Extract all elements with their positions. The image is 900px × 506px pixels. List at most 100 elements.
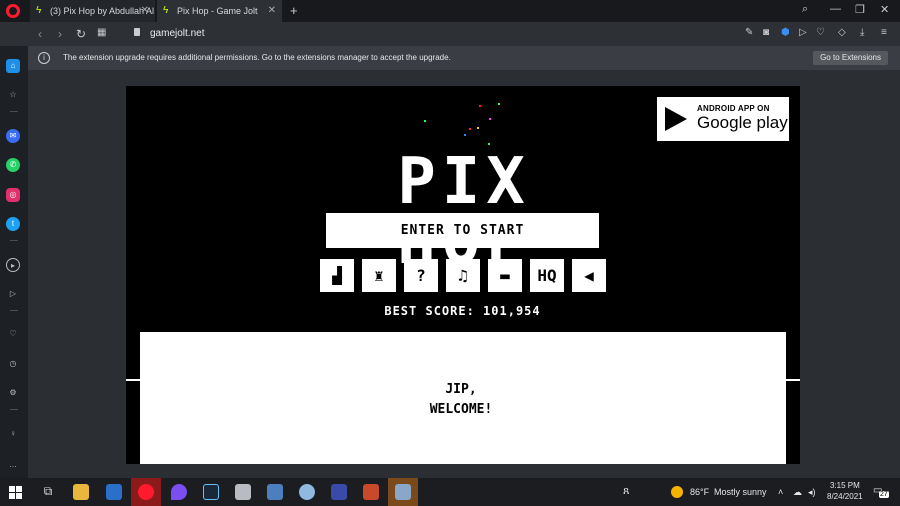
download-icon[interactable]: ⤓ [860,27,864,38]
star-icon[interactable]: ☆ [6,88,20,102]
settings-gear-icon[interactable]: ⚙ [6,386,20,400]
windows-start-icon[interactable] [9,486,22,499]
history-icon[interactable]: ◷ [6,357,20,371]
tab-bar: ϟ (3) Pix Hop by Abdullah Al ✕ ϟ Pix Hop… [0,0,900,22]
best-score: BEST SCORE: 101,954 [384,304,541,318]
go-to-extensions-button[interactable]: Go to Extensions [813,51,888,65]
help-button[interactable]: ? [404,259,438,292]
reload-button[interactable]: ↻ [76,27,86,41]
store-icon[interactable] [106,484,122,500]
tab-pixhop-gamejolt[interactable]: ϟ Pix Hop - Game Jolt ✕ [157,0,282,22]
divider [10,310,18,311]
welcome-text: WELCOME! [429,402,493,417]
close-window-button[interactable]: ✕ [880,3,889,16]
confetti [479,105,481,107]
close-tab-icon[interactable]: ✕ [141,5,149,16]
notification-message: The extension upgrade requires additiona… [63,53,451,62]
leaderboard-podium-icon[interactable]: ▟ [320,259,354,292]
search-tabs-icon[interactable]: ⌕ [802,3,808,16]
tips-bulb-icon[interactable]: ♀ [6,427,20,441]
back-button[interactable]: ‹ [38,27,42,41]
game-title: PIX HOP [397,145,531,274]
cube-icon[interactable]: ◇ [838,27,846,38]
google-play-badge[interactable]: ANDROID APP ON Google play [657,97,789,141]
volume-icon[interactable]: ◂) [808,487,816,498]
player-icon[interactable]: ▸ [6,258,20,272]
clock-time[interactable]: 3:15 PM [830,481,860,490]
gplay-line2: Google play [697,113,788,132]
gamejolt-favicon-icon: ϟ [163,5,169,16]
instagram-icon[interactable]: ◎ [6,188,20,202]
twitter-share-icon[interactable]: ♫ [446,259,480,292]
shield-icon[interactable]: ⬢ [781,27,790,38]
url-field[interactable]: gamejolt.net [150,28,204,39]
new-tab-button[interactable]: + [290,3,298,18]
show-hidden-icons[interactable]: ˄ [778,487,783,497]
app-icon[interactable] [267,484,283,500]
windows-taskbar: ⧉ ጸ 86°F Mostly sunny ˄ ☁ ◂) 3:15 PM 8/2… [0,478,900,506]
send-icon[interactable]: ▷ [799,27,807,38]
confetti [477,127,479,129]
heart-icon[interactable]: ♡ [816,27,825,38]
app-icon[interactable] [235,484,251,500]
tab-pixhop-itch[interactable]: ϟ (3) Pix Hop by Abdullah Al ✕ [30,0,155,22]
confetti [489,118,491,120]
trophy-icon[interactable]: ♜ [362,259,396,292]
minimize-button[interactable]: — [830,3,841,15]
whatsapp-icon[interactable]: ✆ [6,158,20,172]
confetti [498,103,500,105]
steam-icon[interactable] [203,484,219,500]
ground-line-right [786,379,800,381]
lock-icon[interactable] [134,28,140,36]
confetti [464,134,466,136]
welcome-message: JIP, WELCOME! [406,380,516,420]
edit-icon[interactable]: ✎ [745,27,753,38]
close-tab-icon[interactable]: ✕ [268,5,276,16]
task-view-icon[interactable]: ⧉ [40,484,56,500]
home-icon[interactable]: ⌂ [6,59,20,73]
winrar-icon[interactable] [363,484,379,500]
people-icon[interactable]: ጸ [623,485,629,498]
divider [10,240,18,241]
sound-speaker-icon[interactable]: ◀ [572,259,606,292]
more-icon[interactable]: … [6,458,20,472]
weather-temp[interactable]: 86°F [690,487,709,497]
opera-menu-icon[interactable] [6,4,20,18]
bookmarks-heart-icon[interactable]: ♡ [6,327,20,341]
forward-button[interactable]: › [58,27,62,41]
twitter-icon[interactable]: t [6,217,20,231]
gamejolt-favicon-icon: ϟ [36,5,42,16]
app-icon[interactable] [331,484,347,500]
welcome-name: JIP, [445,382,477,397]
camera-icon[interactable]: ◙ [763,27,769,38]
ground-line-left [126,379,140,381]
keyboard-icon[interactable]: ▬ [488,259,522,292]
tabs-grid-icon[interactable]: ▦ [97,27,106,38]
sidebar: ⌂ ☆ ✉ ✆ ◎ t ▸ ▷ ♡ ◷ ⚙ ♀ … [0,46,28,478]
tab-label: Pix Hop - Game Jolt [177,6,258,16]
app-icon[interactable] [395,484,411,500]
tab-label: (3) Pix Hop by Abdullah Al [50,6,155,16]
gplay-line1: ANDROID APP ON [697,104,770,113]
onedrive-icon[interactable]: ☁ [793,487,802,498]
info-icon: i [38,52,50,64]
opera-taskbar-icon[interactable] [138,484,154,500]
restore-button[interactable]: ❐ [855,3,865,16]
drop-app-icon[interactable] [171,484,187,500]
game-canvas[interactable]: ANDROID APP ON Google play PIX HOP ENTER… [126,86,800,464]
app-icon[interactable] [299,484,315,500]
file-explorer-icon[interactable] [73,484,89,500]
play-store-icon [665,107,687,131]
flow-icon[interactable]: ▷ [6,287,20,301]
easy-setup-icon[interactable]: ≡ [881,27,887,38]
clock-date[interactable]: 8/24/2021 [827,492,863,501]
notification-count-badge: 27 [879,491,889,498]
address-bar: ‹ › ↻ ▦ gamejolt.net ✎ ◙ ⬢ ▷ ♡ ◇ ⤓ ≡ [0,22,900,46]
enter-to-start-button[interactable]: ENTER TO START [326,213,599,248]
weather-text[interactable]: Mostly sunny [714,487,767,497]
weather-sun-icon[interactable] [671,486,683,498]
messenger-icon[interactable]: ✉ [6,129,20,143]
confetti [424,120,426,122]
hq-toggle-button[interactable]: HQ [530,259,564,292]
confetti [469,128,471,130]
